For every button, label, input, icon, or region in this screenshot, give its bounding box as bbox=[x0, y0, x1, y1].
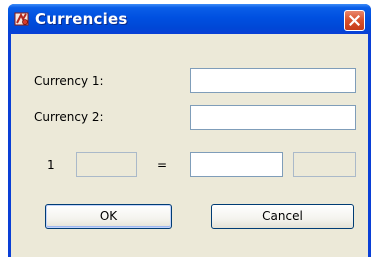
currency2-label: Currency 2: bbox=[34, 110, 104, 124]
currency2-input[interactable] bbox=[190, 105, 356, 130]
rate-to-field bbox=[293, 152, 356, 177]
equals-label: = bbox=[157, 158, 168, 172]
rate-result-input[interactable] bbox=[190, 152, 283, 177]
rate-from-field bbox=[76, 152, 137, 177]
cancel-button[interactable]: Cancel bbox=[211, 204, 354, 229]
currency1-label: Currency 1: bbox=[34, 74, 104, 88]
currency-app-icon bbox=[14, 11, 30, 27]
rate-amount-label: 1 bbox=[47, 158, 55, 172]
dialog-client-area: Currency 1: Currency 2: 1 = OK Cancel bbox=[11, 34, 368, 257]
close-button[interactable] bbox=[344, 10, 365, 31]
title-bar[interactable]: Currencies bbox=[8, 4, 371, 34]
ok-button[interactable]: OK bbox=[45, 204, 172, 229]
close-icon bbox=[349, 15, 360, 26]
currencies-dialog: Currencies Currency 1: Currency 2: 1 = O… bbox=[8, 4, 371, 257]
currency1-input[interactable] bbox=[190, 68, 356, 93]
window-title: Currencies bbox=[35, 10, 128, 28]
